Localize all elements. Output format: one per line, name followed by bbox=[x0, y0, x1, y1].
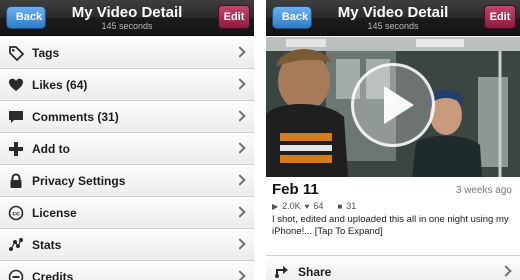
video-title: Feb 11 bbox=[272, 181, 319, 198]
heart-icon bbox=[9, 78, 23, 91]
video-screen: Back My Video Detail 145 seconds Edit Fe… bbox=[266, 0, 520, 280]
nav-title: My Video Detail bbox=[71, 4, 183, 21]
edit-button[interactable]: Edit bbox=[218, 5, 250, 29]
menu-item-label: Likes (64) bbox=[32, 78, 88, 92]
share-icon bbox=[275, 266, 288, 278]
chevron-right-icon bbox=[234, 270, 246, 280]
video-age: 3 weeks ago bbox=[455, 185, 512, 196]
nav-bar: Back My Video Detail 145 seconds Edit bbox=[266, 0, 520, 36]
comment-count: 31 bbox=[346, 201, 357, 211]
play-button[interactable] bbox=[351, 63, 435, 147]
video-stats: ▶ 2.0K ♥ 64 ■ 31 bbox=[272, 201, 356, 211]
menu-item-license[interactable]: cc License bbox=[0, 197, 254, 229]
menu-item-label: Stats bbox=[32, 238, 62, 252]
nav-title: My Video Detail bbox=[337, 4, 449, 21]
comment-icon: ■ bbox=[337, 201, 343, 211]
comment-icon bbox=[9, 111, 23, 123]
menu-item-comments[interactable]: Comments (31) bbox=[0, 101, 254, 133]
menu-item-likes[interactable]: Likes (64) bbox=[0, 69, 254, 101]
share-row[interactable]: Share bbox=[266, 255, 520, 280]
creative-commons-icon: cc bbox=[8, 205, 24, 221]
chevron-right-icon bbox=[234, 206, 246, 218]
nav-subtitle: 145 seconds bbox=[367, 21, 419, 31]
edit-button[interactable]: Edit bbox=[484, 5, 516, 29]
play-icon bbox=[384, 86, 414, 124]
menu-item-tags[interactable]: Tags bbox=[0, 37, 254, 69]
play-count: 2.0K bbox=[282, 201, 301, 211]
chevron-right-icon bbox=[234, 174, 246, 186]
nav-subtitle: 145 seconds bbox=[101, 21, 153, 31]
menu-item-label: Credits bbox=[32, 270, 74, 280]
play-count-icon: ▶ bbox=[272, 201, 279, 211]
screens: Back My Video Detail 145 seconds Edit Ta… bbox=[0, 0, 520, 280]
menu-item-label: Comments (31) bbox=[32, 110, 119, 124]
video-player[interactable] bbox=[266, 37, 520, 177]
nav-bar: Back My Video Detail 145 seconds Edit bbox=[0, 0, 254, 36]
menu-item-label: Add to bbox=[32, 142, 70, 156]
chevron-right-icon bbox=[234, 78, 246, 90]
menu-item-stats[interactable]: Stats bbox=[0, 229, 254, 261]
heart-icon: ♥ bbox=[304, 201, 310, 211]
menu-item-credits[interactable]: Credits bbox=[0, 261, 254, 280]
chevron-right-icon bbox=[234, 142, 246, 154]
tag-icon bbox=[9, 46, 24, 61]
chevron-right-icon bbox=[234, 46, 246, 58]
menu-item-add-to[interactable]: Add to bbox=[0, 133, 254, 165]
plus-icon bbox=[9, 142, 23, 156]
credits-icon bbox=[8, 269, 24, 280]
menu-item-label: License bbox=[32, 206, 77, 220]
menu-screen: Back My Video Detail 145 seconds Edit Ta… bbox=[0, 0, 254, 280]
menu-item-label: Privacy Settings bbox=[32, 174, 126, 188]
menu-item-privacy-settings[interactable]: Privacy Settings bbox=[0, 165, 254, 197]
lock-icon bbox=[10, 173, 22, 188]
detail-menu: Tags Likes (64) Comments (31) Add to Pri… bbox=[0, 37, 254, 280]
share-label: Share bbox=[298, 265, 332, 279]
like-count: 64 bbox=[313, 201, 324, 211]
video-description[interactable]: I shot, edited and uploaded this all in … bbox=[272, 214, 516, 238]
svg-text:cc: cc bbox=[12, 211, 20, 218]
menu-item-label: Tags bbox=[32, 46, 60, 60]
chevron-right-icon bbox=[234, 238, 246, 250]
chevron-right-icon bbox=[234, 110, 246, 122]
video-details: Feb 11 3 weeks ago ▶ 2.0K ♥ 64 ■ 31 I sh… bbox=[266, 177, 520, 255]
chevron-right-icon bbox=[500, 265, 512, 277]
stats-icon bbox=[9, 238, 23, 251]
